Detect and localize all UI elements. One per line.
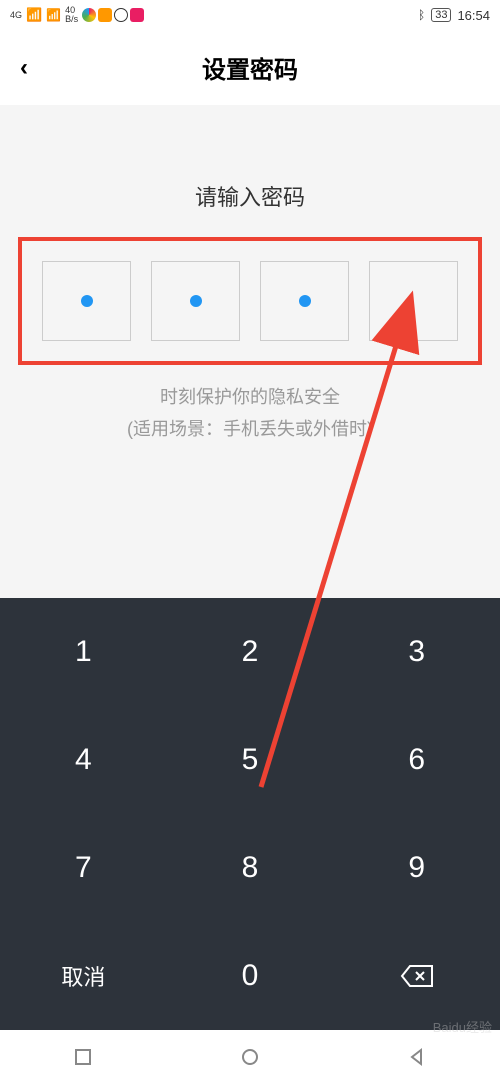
pin-box-4[interactable] [369,261,458,341]
key-1[interactable]: 1 [0,598,167,706]
status-bar: 4G 📶 📶 40 B/s ᛒ 33 16:54 [0,0,500,30]
pin-box-1[interactable] [42,261,131,341]
app-icon-4 [130,8,144,22]
app-icon-3 [114,8,128,22]
app-icon-1 [82,8,96,22]
pin-input-container [18,237,482,365]
key-2[interactable]: 2 [167,598,334,706]
hint-text-2: (适用场景：手机丢失或外借时) [0,415,500,441]
key-cancel[interactable]: 取消 [0,922,167,1030]
pin-dot [299,295,311,307]
hint-text-1: 时刻保护你的隐私安全 [0,383,500,409]
numeric-keypad: 1 2 3 4 5 6 7 8 9 取消 0 [0,598,500,1030]
app-icons [82,8,144,22]
recents-button[interactable] [73,1047,93,1067]
pin-dot [81,295,93,307]
time-display: 16:54 [457,8,490,23]
speed-indicator: 40 B/s [65,6,78,24]
pin-dot [190,295,202,307]
key-6[interactable]: 6 [333,706,500,814]
key-7[interactable]: 7 [0,814,167,922]
network-type: 4G [10,11,22,20]
key-8[interactable]: 8 [167,814,334,922]
back-button[interactable]: ‹ [20,54,28,82]
backspace-icon [400,964,434,988]
key-backspace[interactable] [333,922,500,1030]
pin-box-2[interactable] [151,261,240,341]
back-nav-button[interactable] [407,1047,427,1067]
key-9[interactable]: 9 [333,814,500,922]
app-icon-2 [98,8,112,22]
status-left: 4G 📶 📶 40 B/s [10,6,144,24]
watermark: Baidu经验 [433,1017,492,1036]
network-indicator: 4G [10,11,22,20]
signal-icon: 📶 [26,7,42,23]
wifi-icon: 📶 [46,8,61,22]
status-right: ᛒ 33 16:54 [418,8,490,23]
system-nav-bar [0,1030,500,1084]
bluetooth-icon: ᛒ [418,8,425,22]
key-0[interactable]: 0 [167,922,334,1030]
battery-indicator: 33 [431,8,451,22]
key-3[interactable]: 3 [333,598,500,706]
pin-prompt: 请输入密码 [0,180,500,212]
nav-bar: ‹ 设置密码 [0,30,500,105]
content-area: 请输入密码 时刻保护你的隐私安全 (适用场景：手机丢失或外借时) [0,105,500,598]
pin-box-3[interactable] [260,261,349,341]
key-4[interactable]: 4 [0,706,167,814]
home-button[interactable] [240,1047,260,1067]
key-5[interactable]: 5 [167,706,334,814]
page-title: 设置密码 [202,50,298,85]
